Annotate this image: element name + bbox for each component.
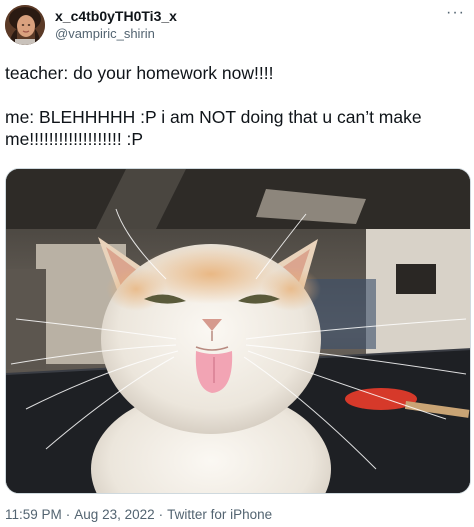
author-names: x_c4tb0yTH0Ti3_x @vampiric_shirin: [55, 8, 177, 42]
meta-separator: ·: [65, 507, 71, 522]
tweet-time[interactable]: 11:59 PM: [5, 507, 62, 522]
avatar[interactable]: [5, 5, 45, 45]
cat-photo: [6, 169, 470, 493]
tweet-text-blank-line: [5, 84, 470, 106]
tweet-text-line: me!!!!!!!!!!!!!!!!!!! :P: [5, 129, 144, 149]
tweet-text: teacher: do your homework now!!!! me: BL…: [5, 62, 470, 150]
meta-separator: ·: [158, 507, 164, 522]
tweet: x_c4tb0yTH0Ti3_x @vampiric_shirin ··· te…: [0, 0, 474, 527]
avatar-photo: [5, 5, 45, 45]
tweet-meta: 11:59 PM · Aug 23, 2022 · Twitter for iPhone: [5, 507, 272, 523]
more-options-icon[interactable]: ···: [446, 5, 465, 21]
tweet-text-line: teacher: do your homework now!!!!: [5, 63, 274, 83]
tweet-text-line: me: BLEHHHHH :P i am NOT doing that u ca…: [5, 107, 422, 127]
handle[interactable]: @vampiric_shirin: [55, 25, 177, 42]
tweet-date[interactable]: Aug 23, 2022: [74, 507, 154, 522]
tweet-source[interactable]: Twitter for iPhone: [167, 507, 272, 522]
tweet-header: x_c4tb0yTH0Ti3_x @vampiric_shirin ···: [5, 5, 469, 49]
tweet-media-photo[interactable]: [5, 168, 471, 494]
display-name[interactable]: x_c4tb0yTH0Ti3_x: [55, 8, 177, 25]
